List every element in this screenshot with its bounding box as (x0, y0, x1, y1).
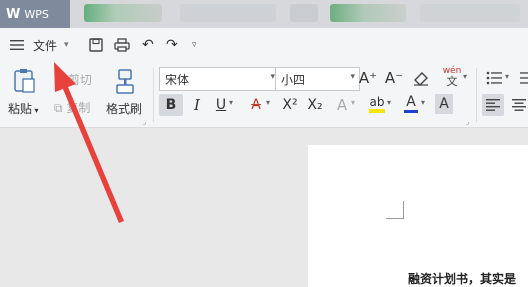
annotation-arrow-icon (54, 62, 124, 223)
